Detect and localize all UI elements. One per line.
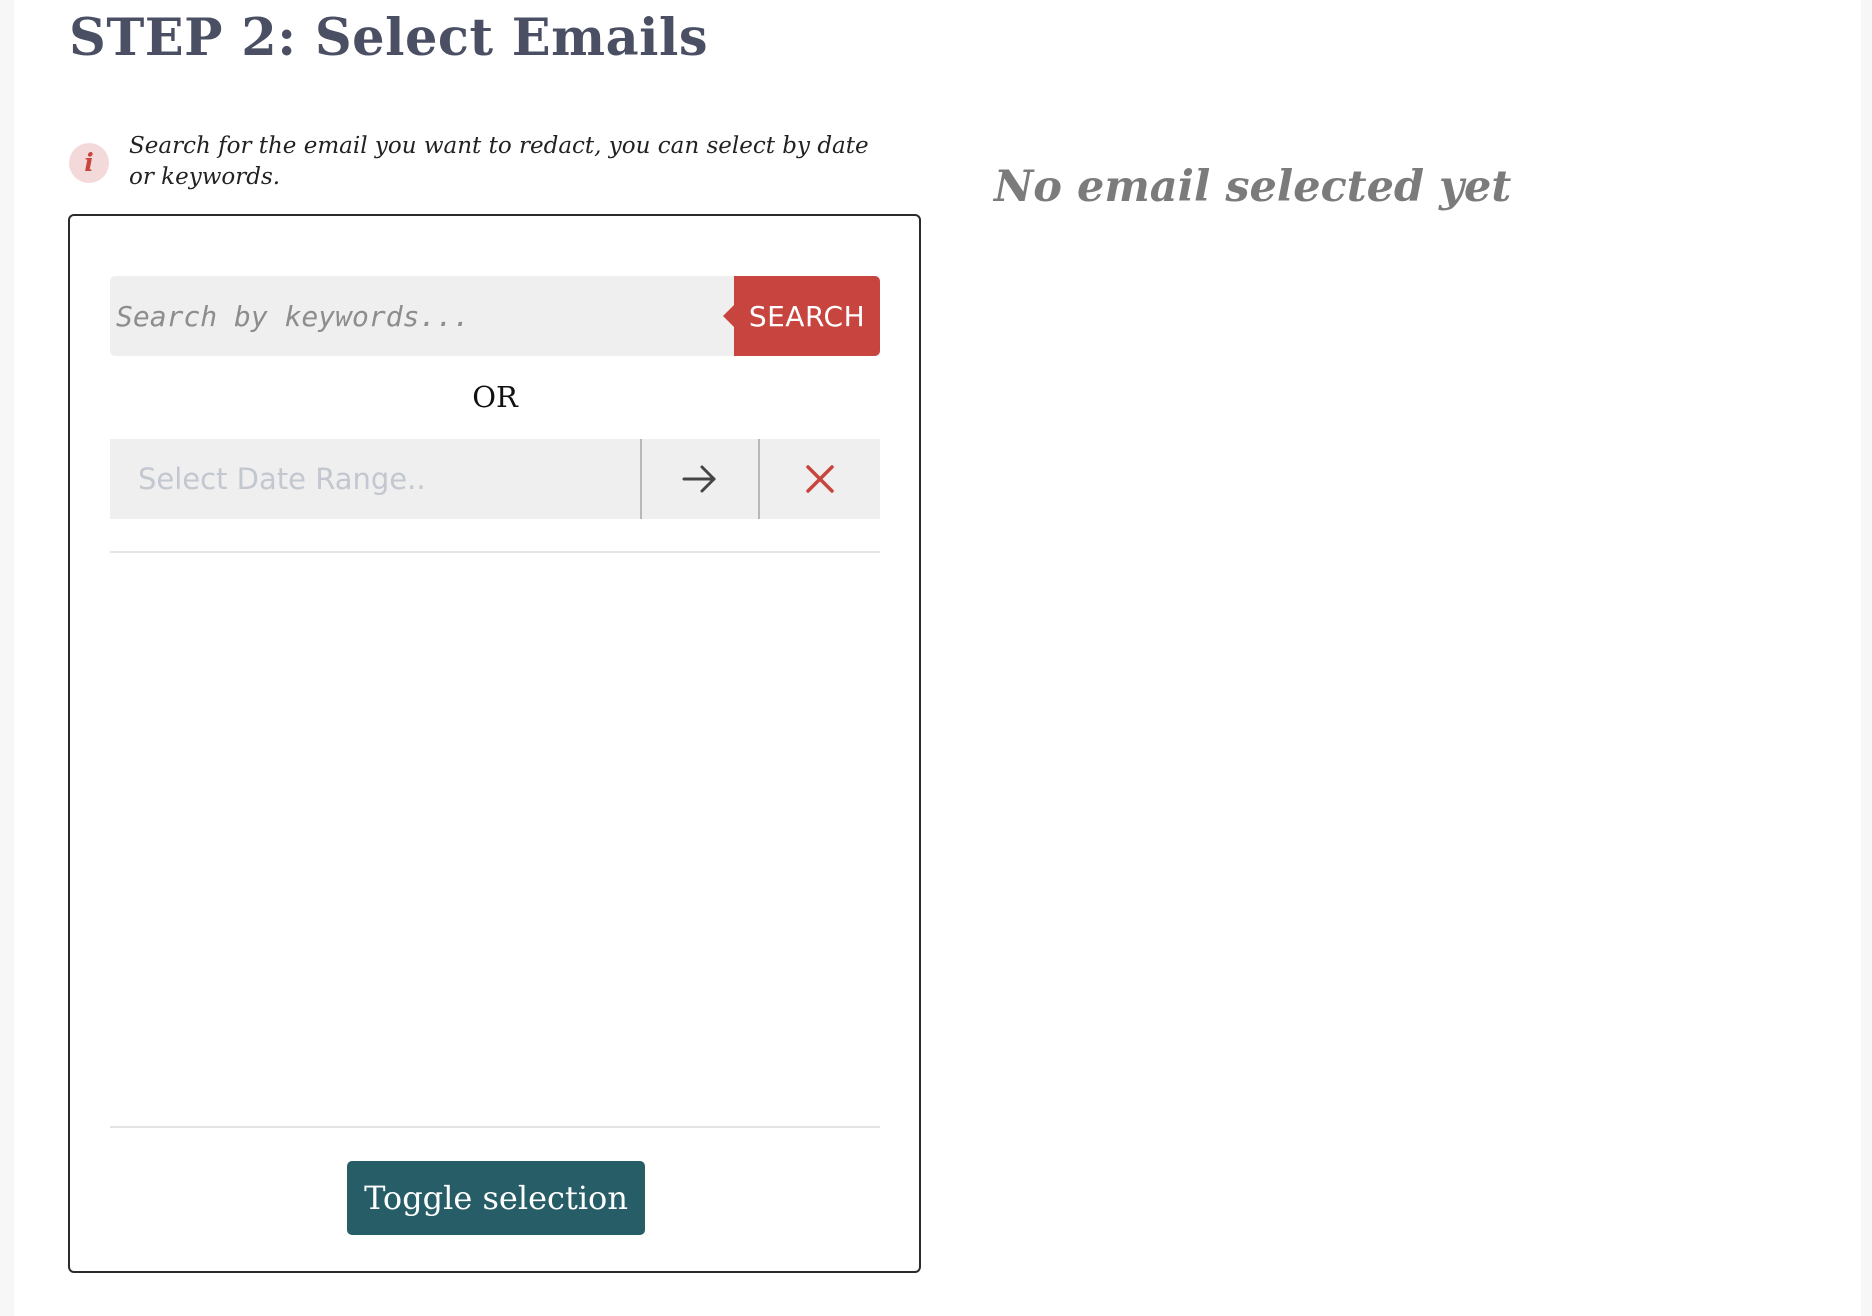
keyword-search-group: SEARCH xyxy=(110,276,880,356)
page: STEP 2: Select Emails i Search for the e… xyxy=(14,0,1861,1316)
email-results-list xyxy=(110,552,880,1120)
date-range-group xyxy=(110,439,880,519)
close-icon xyxy=(806,465,834,493)
date-range-input[interactable] xyxy=(110,439,640,519)
search-button[interactable]: SEARCH xyxy=(723,276,880,356)
results-bottom-divider xyxy=(110,1126,880,1128)
date-range-apply-button[interactable] xyxy=(640,439,760,519)
arrow-right-icon xyxy=(682,465,716,493)
page-title: STEP 2: Select Emails xyxy=(69,8,709,68)
or-separator: OR xyxy=(472,380,518,414)
email-selection-panel: SEARCH OR Toggle selection xyxy=(68,214,921,1273)
toggle-selection-button[interactable]: Toggle selection xyxy=(347,1161,645,1235)
info-text: Search for the email you want to redact,… xyxy=(129,133,869,190)
info-message: i Search for the email you want to redac… xyxy=(69,131,869,195)
keyword-search-input[interactable] xyxy=(110,276,734,356)
date-range-clear-button[interactable] xyxy=(760,439,880,519)
selection-status: No email selected yet xyxy=(994,162,1512,212)
info-icon: i xyxy=(69,143,109,183)
